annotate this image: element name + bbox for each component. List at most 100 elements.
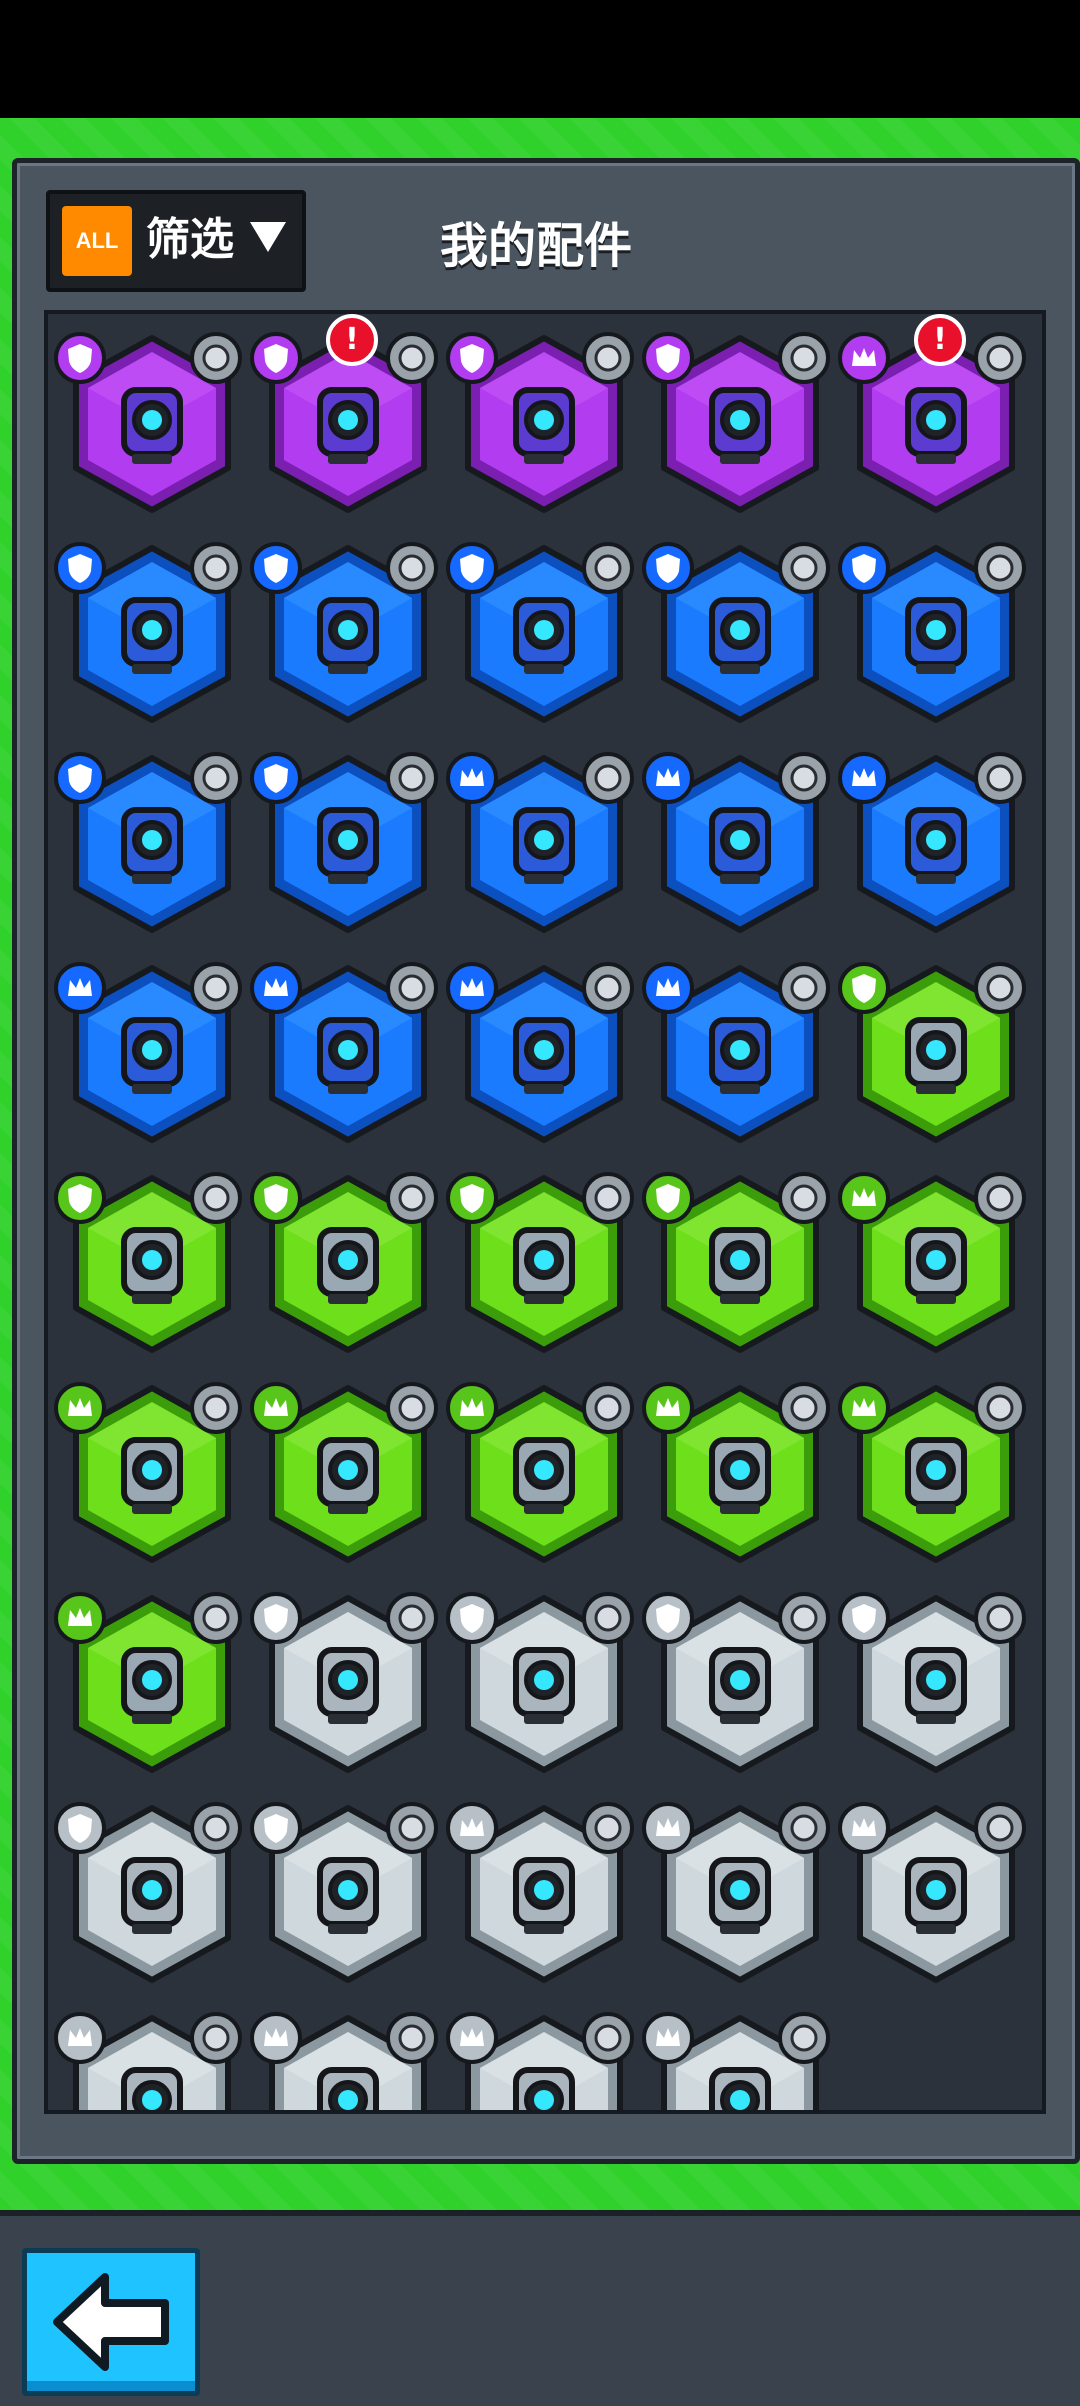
shield-rarity-icon	[838, 542, 890, 594]
crown-rarity-icon	[54, 2012, 106, 2064]
part-card[interactable]	[54, 1792, 250, 1992]
box-lens-part-icon	[709, 1227, 771, 1304]
target-type-icon	[386, 1172, 438, 1224]
triangle-core-part-icon	[513, 2067, 575, 2110]
bottle-type-icon	[582, 2012, 634, 2064]
camera-part-icon	[709, 807, 771, 884]
twin-cannon-part-icon	[317, 2067, 379, 2110]
leaf-type-icon	[386, 542, 438, 594]
ring-core-part-icon	[317, 1437, 379, 1514]
ball-type-icon	[190, 962, 242, 1014]
part-card[interactable]	[250, 2002, 446, 2110]
can-type-icon	[974, 1382, 1026, 1434]
part-card[interactable]: !	[838, 314, 1034, 522]
lens-turret-part-icon	[905, 1437, 967, 1514]
part-card[interactable]	[642, 322, 838, 522]
shield-rarity-icon	[446, 1592, 498, 1644]
part-card[interactable]	[446, 532, 642, 732]
crown-rarity-icon	[642, 752, 694, 804]
part-card[interactable]	[54, 2002, 250, 2110]
part-card[interactable]	[54, 1162, 250, 1362]
rock-type-icon	[190, 1172, 242, 1224]
crown-rarity-icon	[838, 332, 890, 384]
part-card[interactable]	[642, 1162, 838, 1362]
blade-plate-part-icon	[513, 597, 575, 674]
shield-rarity-icon	[250, 332, 302, 384]
box-core-part-icon	[905, 1227, 967, 1304]
part-card[interactable]	[838, 1372, 1034, 1572]
part-card[interactable]	[642, 532, 838, 732]
part-card[interactable]	[642, 1792, 838, 1992]
part-card[interactable]	[642, 1582, 838, 1782]
walker-pod-part-icon	[709, 387, 771, 464]
part-card[interactable]	[838, 742, 1034, 942]
shield-rarity-icon	[642, 332, 694, 384]
shield-rarity-icon	[642, 542, 694, 594]
crown-rarity-icon	[642, 1382, 694, 1434]
part-card[interactable]	[642, 2002, 838, 2110]
cone-type-icon	[974, 1172, 1026, 1224]
filter-label: 筛选	[146, 214, 234, 265]
part-card[interactable]	[642, 952, 838, 1152]
part-card[interactable]	[446, 1162, 642, 1362]
back-button[interactable]	[22, 2248, 200, 2396]
leaf-type-icon	[386, 1592, 438, 1644]
box-core-part-icon	[905, 807, 967, 884]
shield-rarity-icon	[838, 962, 890, 1014]
shield-wing-part-icon	[317, 597, 379, 674]
shield-rarity-icon	[446, 332, 498, 384]
part-card[interactable]	[54, 952, 250, 1152]
part-card[interactable]	[250, 1162, 446, 1362]
part-card[interactable]	[838, 1792, 1034, 1992]
cone-type-icon	[974, 752, 1026, 804]
part-card[interactable]	[250, 1792, 446, 1992]
filter-dropdown[interactable]: ALL 筛选	[46, 190, 306, 292]
part-card[interactable]	[446, 952, 642, 1152]
virus-type-icon	[778, 332, 830, 384]
part-card[interactable]	[54, 322, 250, 522]
part-card[interactable]	[250, 1582, 446, 1782]
all-filter-badge[interactable]: ALL	[62, 206, 132, 276]
parts-grid[interactable]: ! !	[44, 310, 1046, 2114]
part-card[interactable]	[446, 1372, 642, 1572]
part-card[interactable]	[446, 1792, 642, 1992]
part-card[interactable]	[250, 742, 446, 942]
ring-core-part-icon	[905, 1857, 967, 1934]
part-card[interactable]	[54, 532, 250, 732]
part-card[interactable]	[446, 2002, 642, 2110]
part-card[interactable]	[54, 742, 250, 942]
shield-rarity-icon	[54, 542, 106, 594]
part-card[interactable]	[250, 1372, 446, 1572]
crown-rarity-icon	[642, 962, 694, 1014]
triangle-core-part-icon	[905, 387, 967, 464]
bag-type-icon	[190, 1592, 242, 1644]
can-type-icon	[386, 962, 438, 1014]
brick-type-icon	[582, 1172, 634, 1224]
part-card[interactable]	[54, 1582, 250, 1782]
spike-type-icon	[190, 752, 242, 804]
part-card[interactable]	[838, 952, 1034, 1152]
part-card[interactable]	[838, 1582, 1034, 1782]
ring-core-part-icon	[121, 1017, 183, 1094]
dome-part-icon	[317, 1857, 379, 1934]
part-card[interactable]	[642, 1372, 838, 1572]
part-card[interactable]	[446, 742, 642, 942]
part-card[interactable]	[250, 952, 446, 1152]
twin-cannon-part-icon	[513, 1017, 575, 1094]
part-card[interactable]	[642, 742, 838, 942]
shell-type-icon	[582, 752, 634, 804]
part-card[interactable]: !	[250, 314, 446, 522]
crown-rarity-icon	[838, 1802, 890, 1854]
part-card[interactable]	[250, 532, 446, 732]
part-card[interactable]	[446, 1582, 642, 1782]
part-card[interactable]	[838, 1162, 1034, 1362]
twin-tank-part-icon	[905, 1647, 967, 1724]
twin-cannon-part-icon	[121, 2067, 183, 2110]
crown-rarity-icon	[250, 962, 302, 1014]
part-card[interactable]	[54, 1372, 250, 1572]
shield-rarity-icon	[446, 542, 498, 594]
part-card[interactable]	[446, 322, 642, 522]
box-core-part-icon	[121, 1437, 183, 1514]
crown-rarity-icon	[642, 1802, 694, 1854]
part-card[interactable]	[838, 532, 1034, 732]
